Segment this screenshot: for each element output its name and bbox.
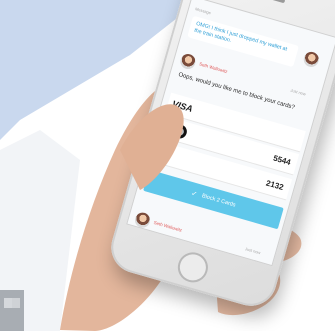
mastercard-icon [165,121,189,141]
card-last4: 5544 [272,153,292,168]
agent-name: Seth Wallowitz [153,219,183,233]
agent-avatar [133,210,152,230]
screen-top-label: Message [194,6,212,16]
agent-avatar [178,52,198,71]
agent-time: Just now [289,87,307,97]
photo-scene: Message OMG! I think I just dropped my w… [0,0,335,331]
agent-time: Just now [244,246,261,256]
checkmark-icon: ✓ [190,190,198,199]
card-last4: 2132 [265,178,285,193]
user-message: OMG! I think I just dropped my wallet at… [187,15,300,68]
visa-logo: VISA [170,98,194,114]
user-avatar [302,50,321,69]
agent-name: Seth Wallowitz [198,61,229,75]
home-button[interactable] [174,248,212,286]
block-cards-label: Block 2 Cards [201,193,237,209]
speaker-grille [251,0,286,4]
